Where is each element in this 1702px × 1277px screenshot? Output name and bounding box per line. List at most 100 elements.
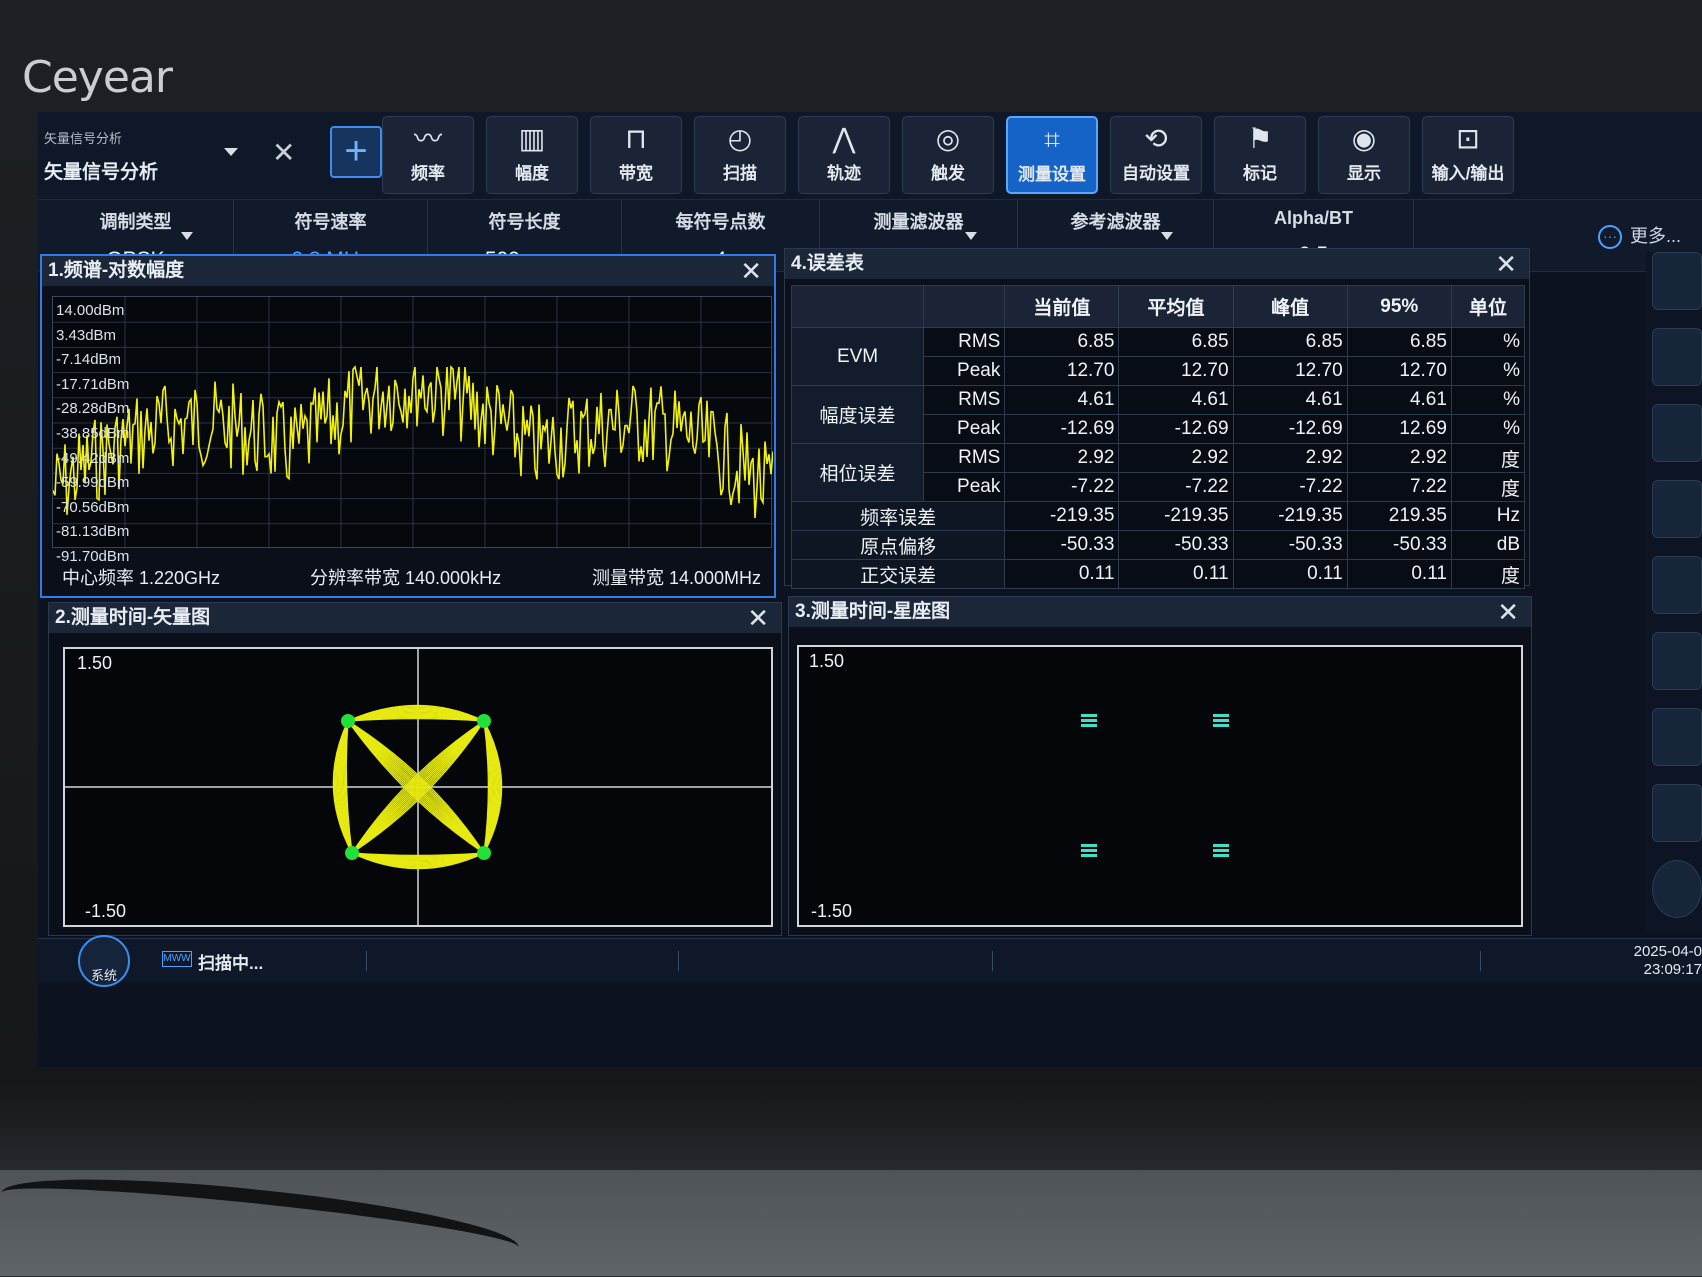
frequency-icon: 〰 xyxy=(413,123,442,154)
side-button-3[interactable] xyxy=(1652,404,1702,462)
side-button-6[interactable] xyxy=(1652,632,1702,690)
vector-trace-svg xyxy=(65,649,771,925)
toolbar-sweep-button[interactable]: ◴ 扫描 xyxy=(694,116,786,194)
error-cell-p95: 12.70 xyxy=(1346,356,1452,386)
vector-symbol-point xyxy=(477,846,491,860)
sweep-icon: ◴ xyxy=(727,123,753,154)
error-table-title: 4.误差表 xyxy=(791,253,864,274)
symbol-rate-label: 符号速率 xyxy=(294,212,367,232)
spectrum-title: 1.频谱-对数幅度 xyxy=(48,260,185,281)
error-cell-p95: 7.22 xyxy=(1346,472,1452,502)
constellation-ymax-label: 1.50 xyxy=(809,651,845,671)
constellation-plot[interactable]: 1.50 -1.50 xyxy=(797,645,1523,927)
constellation-ymin-label: -1.50 xyxy=(811,901,853,921)
error-cell-peak: -12.69 xyxy=(1232,414,1348,444)
spectrum-plot[interactable] xyxy=(52,296,774,549)
chevron-down-icon[interactable] xyxy=(224,148,238,156)
vector-close-button[interactable]: ✕ xyxy=(747,603,769,633)
status-divider xyxy=(1480,951,1481,971)
toolbar-button-label: 自动设置 xyxy=(1122,164,1190,183)
toolbar-trace-button[interactable]: ⋀ 轨迹 xyxy=(798,116,890,194)
spectrum-y-tick-label: -28.28dBm xyxy=(56,400,130,418)
status-divider xyxy=(992,951,993,971)
close-mode-button[interactable]: ✕ xyxy=(272,136,295,169)
error-cell-unit: 度 xyxy=(1450,472,1526,502)
error-cell-peak: 4.61 xyxy=(1232,385,1348,415)
error-cell-avg: -7.22 xyxy=(1118,472,1234,502)
vector-plot[interactable]: 1.50 -1.50 xyxy=(63,647,773,927)
toolbar-amplitude-button[interactable]: ▥ 幅度 xyxy=(486,116,578,194)
side-button-7[interactable] xyxy=(1652,708,1702,766)
toolbar-button-label: 标记 xyxy=(1243,164,1277,183)
spectrum-title-bar: 1.频谱-对数幅度 ✕ xyxy=(42,256,774,286)
side-button-9[interactable] xyxy=(1652,860,1702,918)
error-group-name: 幅度误差 xyxy=(790,385,925,444)
error-cell-p95: 6.85 xyxy=(1346,327,1452,357)
center-frequency-label: 中心频率 1.220GHz xyxy=(62,568,221,588)
toolbar-trigger-button[interactable]: ◎ 触发 xyxy=(902,116,994,194)
toolbar-button-label: 带宽 xyxy=(619,164,653,183)
input-output-icon: ⊡ xyxy=(1456,123,1480,154)
error-cell-cur: 4.61 xyxy=(1004,385,1120,415)
modulation-type-label: 调制类型 xyxy=(99,212,172,232)
spectrum-y-tick-label: -91.70dBm xyxy=(56,548,130,565)
chevron-down-icon xyxy=(181,232,193,240)
error-cell-peak: 0.11 xyxy=(1232,559,1348,589)
more-icon: ··· xyxy=(1598,225,1622,250)
toolbar-frequency-button[interactable]: 〰频率 xyxy=(382,116,474,194)
error-cell-unit: 度 xyxy=(1450,559,1526,589)
error-single-name: 正交误差 xyxy=(790,559,1006,589)
error-table-header-cell: 单位 xyxy=(1450,285,1526,328)
spectrum-window[interactable]: 1.频谱-对数幅度 ✕ 14.00dBm 3.43dBm -7.14dBm -17.7… xyxy=(40,254,776,598)
error-table-header-cell: 95% xyxy=(1346,285,1452,328)
spectrum-y-tick-label: -49.42dBm xyxy=(56,449,130,467)
toolbar-input-output-button[interactable]: ⊡ 输入/输出 xyxy=(1422,116,1514,194)
side-button-1[interactable] xyxy=(1652,252,1702,310)
error-table-close-button[interactable]: ✕ xyxy=(1495,249,1517,279)
vector-symbol-point xyxy=(345,846,359,860)
error-group-name: 相位误差 xyxy=(790,443,925,502)
spectrum-y-tick-label: -59.99dBm xyxy=(56,474,130,492)
error-table: 当前值 平均值 峰值 95% 单位 EVM RMS 6.85 6.85 6.85 6.85% Peak… xyxy=(790,285,1526,589)
error-table-window[interactable]: 4.误差表 ✕ 当前值 平均值 峰值 95% 单位 EVM RMS 6.85 6.85 6.85 6… xyxy=(784,248,1530,589)
constellation-point xyxy=(1213,854,1229,857)
trigger-icon: ◎ xyxy=(935,123,961,154)
side-button-4[interactable] xyxy=(1652,480,1702,538)
status-divider xyxy=(366,951,367,971)
mode-name: 矢量信号分析 xyxy=(44,162,159,183)
side-button-8[interactable] xyxy=(1652,784,1702,842)
scan-icon: MWW xyxy=(162,951,192,967)
toolbar-meas-setup-button[interactable]: ⌗ 测量设置 xyxy=(1006,116,1098,194)
side-button-2[interactable] xyxy=(1652,328,1702,386)
error-cell-unit: 度 xyxy=(1450,443,1526,473)
spectrum-close-button[interactable]: ✕ xyxy=(740,256,762,286)
error-table-header-cell xyxy=(923,285,1006,328)
system-label: 系统 xyxy=(90,968,117,983)
instrument-screen: 矢量信号分析 矢量信号分析 ✕ + 〰频率 ▥ 幅度 ⊓ 带宽 ◴ 扫描 ⋀ 轨迹 ◎ 触发 ⌗ 测量设… xyxy=(38,112,1702,1067)
error-table-row: 正交误差 0.11 0.11 0.11 0.11 度 xyxy=(790,559,1526,589)
constellation-close-button[interactable]: ✕ xyxy=(1497,597,1519,627)
toolbar-button-label: 轨迹 xyxy=(827,164,861,183)
chevron-down-icon xyxy=(965,232,977,240)
error-cell-peak: -219.35 xyxy=(1232,501,1348,531)
toolbar-marker-button[interactable]: ⚑ 标记 xyxy=(1214,116,1306,194)
add-mode-button[interactable]: + xyxy=(330,126,382,178)
toolbar-bandwidth-button[interactable]: ⊓ 带宽 xyxy=(590,116,682,194)
error-cell-peak: 2.92 xyxy=(1232,443,1348,473)
constellation-window[interactable]: 3.测量时间-星座图 ✕ 1.50 -1.50 xyxy=(788,596,1532,936)
side-button-5[interactable] xyxy=(1652,556,1702,614)
rbw-label: 分辨率带宽 140.000kHz xyxy=(310,568,502,588)
status-divider xyxy=(678,951,679,971)
vector-symbol-point xyxy=(341,714,355,728)
vector-window[interactable]: 2.测量时间-矢量图 ✕ 1.50 -1.50 xyxy=(48,602,782,936)
constellation-point xyxy=(1081,724,1097,727)
error-cell-avg: 6.85 xyxy=(1118,327,1234,357)
toolbar-display-button[interactable]: ◉ 显示 xyxy=(1318,116,1410,194)
toolbar-auto-setup-button[interactable]: ⟲ 自动设置 xyxy=(1110,116,1202,194)
mode-selector[interactable]: 矢量信号分析 矢量信号分析 xyxy=(44,128,234,188)
error-cell-avg: -219.35 xyxy=(1118,501,1234,531)
system-button[interactable]: 系统 xyxy=(78,935,130,987)
more-button[interactable]: ··· 更多... xyxy=(1598,222,1681,250)
spectrum-y-tick-label: -17.71dBm xyxy=(56,375,130,393)
error-cell-unit: Hz xyxy=(1450,501,1526,531)
